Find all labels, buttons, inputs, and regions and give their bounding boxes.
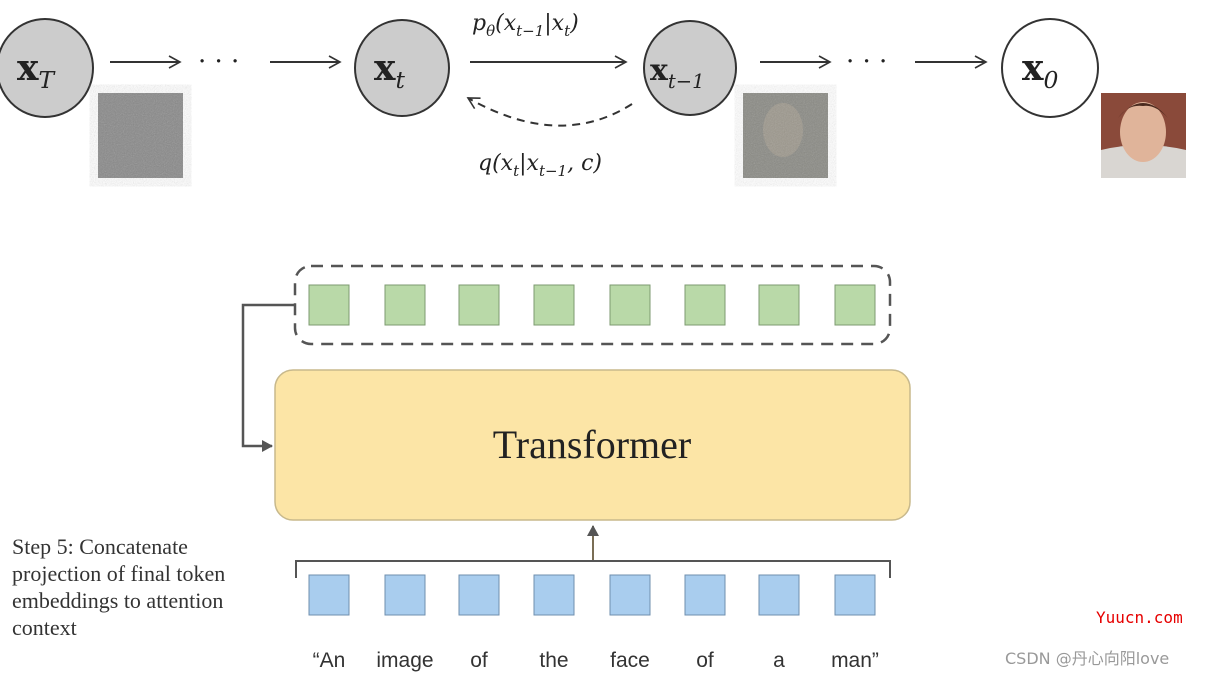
input-token-embedding [308, 574, 350, 616]
face-image [1101, 93, 1186, 178]
chain-node: xt−1 [643, 20, 737, 116]
chain-node: x0 [1001, 18, 1099, 118]
output-token-embedding [458, 284, 500, 326]
token-word: of [470, 649, 488, 672]
input-token-embedding [684, 574, 726, 616]
output-token-embedding [384, 284, 426, 326]
input-token-embedding [384, 574, 426, 616]
author-watermark: CSDN @丹心向阳love [1005, 649, 1170, 668]
reverse-process-label: pθ(xt−1|xt) [472, 11, 579, 40]
transformer-label: Transformer [493, 422, 692, 467]
token-word: of [696, 649, 714, 672]
token-word: a [773, 649, 785, 672]
token-word: face [610, 649, 650, 672]
step-caption: Step 5: Concatenate projection of final … [12, 534, 226, 640]
output-token-embedding [834, 284, 876, 326]
input-token-embedding [758, 574, 800, 616]
token-word: “An [313, 649, 346, 672]
chain-node: xt [354, 19, 450, 117]
input-token-embedding [458, 574, 500, 616]
output-token-embedding [609, 284, 651, 326]
input-token-embedding [533, 574, 575, 616]
output-embeddings-group [293, 264, 892, 346]
token-word: man” [831, 649, 879, 672]
output-token-embedding [758, 284, 800, 326]
output-token-embedding [308, 284, 350, 326]
token-word: the [539, 649, 568, 672]
input-token-embedding [609, 574, 651, 616]
site-watermark: Yuucn.com [1096, 608, 1183, 627]
forward-process-label: q(xt|xt−1, c) [478, 151, 602, 180]
chain-node: xT [0, 18, 94, 118]
output-token-embedding [533, 284, 575, 326]
noisy-face-image [743, 93, 828, 178]
output-token-embedding [684, 284, 726, 326]
input-token-embedding [834, 574, 876, 616]
ellipsis: · · · [846, 47, 887, 77]
forward-step-dashed-arrow [466, 97, 633, 127]
token-word: image [376, 649, 433, 672]
ellipsis: · · · [198, 47, 239, 77]
